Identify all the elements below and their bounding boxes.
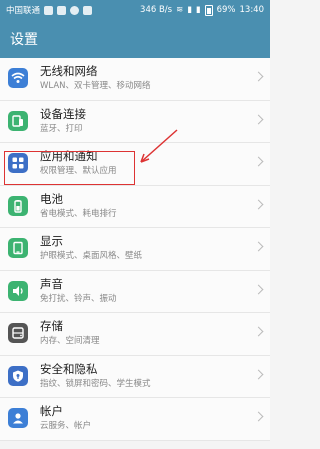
settings-item-apps-notifications[interactable]: 应用和通知 权限管理、默认应用 [0,143,270,186]
notification-icon [70,5,80,15]
settings-item-security-privacy[interactable]: 安全和隐私 指纹、锁屏和密码、学生模式 [0,356,270,398]
settings-item-device-connection[interactable]: 设备连接 蓝牙、打印 [0,101,270,143]
battery-percent: 69% [216,5,236,15]
settings-item-subtitle: WLAN、双卡管理、移动网络 [40,81,151,91]
settings-list: 无线和网络 WLAN、双卡管理、移动网络 设备连接 蓝牙、打印 应用和通知 权限… [0,58,270,441]
chevron-right-icon [253,241,264,252]
chevron-right-icon [253,411,264,422]
settings-item-subtitle: 指纹、锁屏和密码、学生模式 [40,378,151,389]
chevron-right-icon [253,114,264,124]
security-icon [8,365,28,386]
clock: 13:40 [239,5,265,15]
settings-item-title: 存储 [40,319,63,333]
settings-item-title: 无线和网络 [40,64,98,78]
settings-item-accounts[interactable]: 帐户 云服务、帐户 [0,398,270,441]
page-title: 设置 [10,32,38,48]
notification-icon [83,5,93,15]
chevron-right-icon [253,156,264,167]
settings-item-subtitle: 权限管理、默认应用 [40,166,117,176]
chevron-right-icon [253,71,264,82]
settings-item-title: 显示 [40,234,63,248]
signal-icon: ▮ [187,5,192,15]
battery-icon [8,195,28,216]
status-bar: 中国联通 346 B/s ≋ ▮ ▮ 69% 13:40 [0,0,270,20]
settings-item-subtitle: 蓝牙、打印 [40,123,83,134]
settings-item-subtitle: 免打扰、铃声、振动 [40,293,117,304]
battery-status-icon [204,4,213,16]
wifi-icon [8,68,28,88]
chevron-right-icon [253,199,264,209]
notification-icon [44,5,54,15]
settings-item-subtitle: 云服务、帐户 [40,421,92,431]
device-connect-icon [8,110,28,131]
settings-item-sound[interactable]: 声音 免打扰、铃声、振动 [0,271,270,313]
account-icon [8,408,28,428]
network-speed: 346 B/s [140,5,173,15]
notification-icon [57,5,67,15]
signal-icon: ▮ [195,5,201,15]
settings-item-subtitle: 内存、空间清理 [40,336,100,346]
settings-item-title: 设备连接 [40,106,86,121]
settings-item-title: 安全和隐私 [40,361,98,376]
settings-item-display[interactable]: 显示 护眼模式、桌面风格、壁纸 [0,228,270,271]
chevron-right-icon [253,284,264,294]
settings-item-title: 应用和通知 [40,149,98,163]
settings-item-title: 电池 [40,191,63,206]
wifi-status-icon: ≋ [176,5,184,15]
settings-item-storage[interactable]: 存储 内存、空间清理 [0,313,270,356]
settings-item-title: 声音 [40,276,63,291]
chevron-right-icon [253,369,264,379]
settings-item-title: 帐户 [40,404,63,418]
settings-item-subtitle: 省电模式、耗电排行 [40,208,117,219]
app-bar: 设置 [0,20,270,58]
settings-item-subtitle: 护眼模式、桌面风格、壁纸 [40,251,143,261]
settings-item-battery[interactable]: 电池 省电模式、耗电排行 [0,186,270,228]
apps-icon [8,153,28,173]
chevron-right-icon [253,326,264,337]
carrier-label: 中国联通 [6,6,41,16]
storage-icon [8,323,28,343]
sound-icon [8,280,28,301]
settings-item-wireless[interactable]: 无线和网络 WLAN、双卡管理、移动网络 [0,58,270,101]
display-icon [8,238,28,258]
